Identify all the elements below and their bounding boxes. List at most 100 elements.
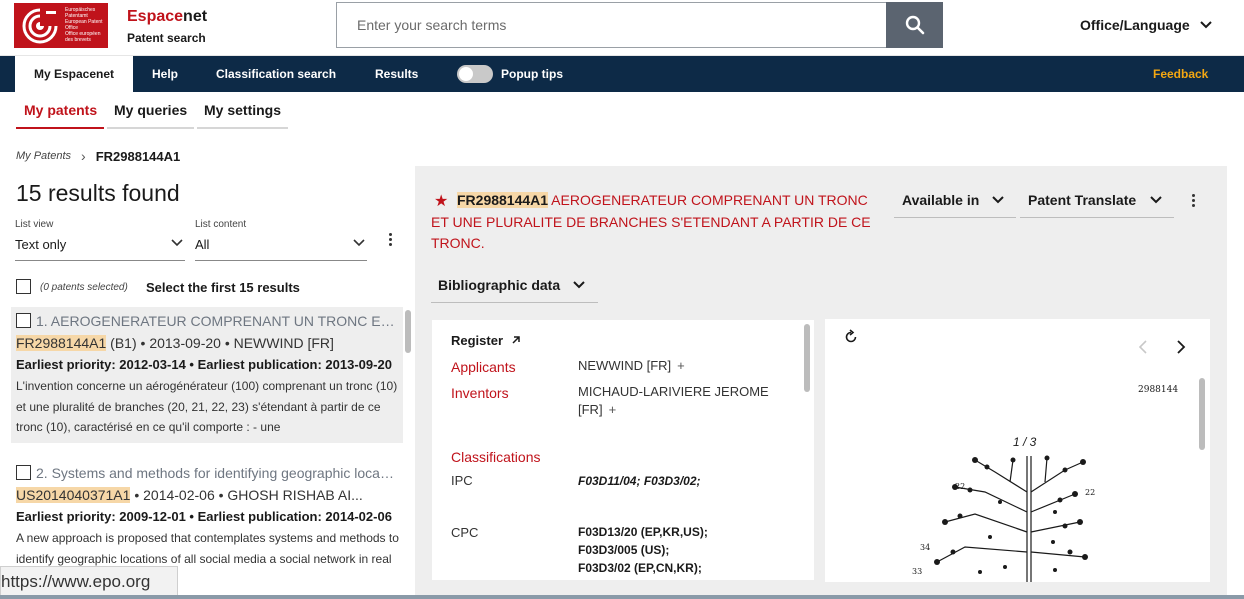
select-all-checkbox[interactable] bbox=[16, 279, 31, 294]
chevron-down-icon bbox=[353, 239, 365, 247]
feedback-link[interactable]: Feedback bbox=[1153, 56, 1208, 92]
detail-pub-number: FR2988144A1 bbox=[457, 192, 549, 208]
results-count: 15 results found bbox=[16, 180, 180, 206]
chevron-left-icon[interactable] bbox=[1138, 339, 1148, 355]
list-view-select[interactable]: Text only bbox=[15, 237, 185, 261]
applicants-label: Applicants bbox=[451, 359, 516, 375]
chevron-down-icon bbox=[992, 196, 1004, 204]
search-input[interactable] bbox=[337, 3, 887, 47]
breadcrumb-my-patents[interactable]: My Patents bbox=[16, 150, 71, 162]
drawing-doc-number: 2988144 bbox=[1138, 385, 1179, 395]
list-content-value: All bbox=[195, 237, 210, 252]
cpc-value: F03D13/20 (EP,KR,US); F03D3/005 (US); F0… bbox=[578, 523, 708, 577]
applicants-value: NEWWIND [FR] + bbox=[578, 357, 685, 375]
list-content-select[interactable]: All bbox=[195, 237, 367, 261]
nav-results[interactable]: Results bbox=[375, 56, 418, 92]
office-language-label: Office/Language bbox=[1080, 17, 1190, 33]
detail-options-icon[interactable] bbox=[1192, 194, 1196, 209]
tab-my-patents[interactable]: My patents bbox=[24, 102, 97, 129]
list-view-value: Text only bbox=[15, 237, 67, 252]
breadcrumb: My Patents › FR2988144A1 bbox=[16, 148, 180, 164]
chevron-down-icon bbox=[573, 281, 585, 289]
main-nav: My Espacenet Help Classification search … bbox=[0, 56, 1244, 92]
epo-logo[interactable]: Europäisches Patentamt European Patent O… bbox=[14, 3, 108, 48]
chevron-down-icon bbox=[1150, 196, 1162, 204]
result-pub-number[interactable]: US2014040371A1 bbox=[16, 487, 131, 503]
chevron-right-icon: › bbox=[81, 148, 86, 164]
drawing-label: 33 bbox=[912, 567, 923, 576]
bibliographic-data-dropdown[interactable]: Bibliographic data bbox=[431, 267, 598, 303]
inventor-name[interactable]: MICHAUD-LARIVIERE JEROME bbox=[578, 383, 769, 401]
chevron-down-icon bbox=[1199, 21, 1212, 29]
result-meta-text: • 2014-02-06 • GHOSH RISHAB AI... bbox=[130, 487, 363, 503]
logo-line: Europäisches Patentamt bbox=[65, 7, 96, 19]
bibliographic-data-label: Bibliographic data bbox=[438, 277, 561, 293]
result-meta: US2014040371A1 • 2014-02-06 • GHOSH RISH… bbox=[16, 487, 396, 503]
drawing-label: 22 bbox=[1085, 488, 1096, 497]
tab-my-queries[interactable]: My queries bbox=[114, 102, 187, 129]
nav-help[interactable]: Help bbox=[152, 56, 178, 92]
plus-icon[interactable]: + bbox=[609, 402, 617, 417]
chevron-right-icon[interactable] bbox=[1176, 339, 1186, 355]
tab-my-settings[interactable]: My settings bbox=[204, 102, 281, 129]
list-view-label: List view bbox=[15, 219, 54, 230]
cpc-line[interactable]: F03D3/005 (US); bbox=[578, 541, 708, 559]
logo-text: Europäisches Patentamt European Patent O… bbox=[65, 7, 105, 43]
brand-name: Espacenet bbox=[127, 8, 207, 26]
inventor-country: [FR] bbox=[578, 402, 603, 417]
patent-drawing[interactable] bbox=[915, 452, 1095, 582]
register-label: Register bbox=[451, 333, 504, 348]
results-scrollbar[interactable] bbox=[405, 310, 411, 353]
tab-underline bbox=[197, 127, 288, 129]
logo-line: European Patent Office bbox=[65, 19, 103, 31]
list-content-label: List content bbox=[195, 219, 247, 230]
nav-my-espacenet[interactable]: My Espacenet bbox=[15, 56, 133, 92]
popup-tips-toggle[interactable] bbox=[457, 65, 493, 83]
tab-underline bbox=[107, 127, 194, 129]
result-pub-number[interactable]: FR2988144A1 bbox=[16, 335, 107, 351]
inventors-label: Inventors bbox=[451, 385, 509, 401]
search-button[interactable] bbox=[886, 2, 943, 48]
drawing-page-label: 1 / 3 bbox=[1013, 435, 1037, 449]
chevron-down-icon bbox=[171, 239, 183, 247]
patent-translate-dropdown[interactable]: Patent Translate bbox=[1020, 182, 1174, 218]
office-language-dropdown[interactable]: Office/Language bbox=[1080, 17, 1212, 33]
result-title[interactable]: 1. AEROGENERATEUR COMPRENANT UN TRONC ET… bbox=[36, 313, 396, 329]
cpc-line[interactable]: F03D3/02 (EP,CN,KR); bbox=[578, 559, 708, 577]
drawing-scrollbar[interactable] bbox=[1199, 378, 1205, 450]
plus-icon[interactable]: + bbox=[677, 358, 685, 373]
cpc-line[interactable]: F03D13/20 (EP,KR,US); bbox=[578, 523, 708, 541]
selected-count: (0 patents selected) bbox=[40, 282, 128, 293]
brand-suffix: net bbox=[183, 8, 208, 25]
select-first-link[interactable]: Select the first 15 results bbox=[146, 280, 300, 295]
available-in-label: Available in bbox=[902, 192, 980, 208]
rotate-icon[interactable] bbox=[843, 329, 859, 345]
brand-subtitle: Patent search bbox=[127, 31, 206, 45]
result-title[interactable]: 2. Systems and methods for identifying g… bbox=[36, 465, 396, 481]
result-priority: Earliest priority: 2009-12-01 • Earliest… bbox=[16, 509, 392, 524]
list-options-icon[interactable] bbox=[389, 233, 393, 248]
app-root: Europäisches Patentamt European Patent O… bbox=[0, 0, 1244, 599]
inventors-value: MICHAUD-LARIVIERE JEROME [FR] + bbox=[578, 383, 769, 419]
breadcrumb-current: FR2988144A1 bbox=[95, 148, 181, 164]
brand[interactable]: Espacenet Patent search bbox=[127, 8, 207, 45]
epo-logo-icon bbox=[22, 7, 60, 44]
result-checkbox[interactable] bbox=[16, 465, 31, 480]
ipc-label: IPC bbox=[451, 473, 473, 488]
ipc-value[interactable]: F03D11/04; F03D3/02; bbox=[578, 472, 701, 490]
nav-classification-search[interactable]: Classification search bbox=[216, 56, 336, 92]
popup-tips-label: Popup tips bbox=[501, 67, 563, 81]
top-header: Europäisches Patentamt European Patent O… bbox=[0, 0, 1244, 56]
search-box bbox=[336, 2, 887, 48]
bottom-edge bbox=[0, 595, 1244, 599]
result-abstract: L'invention concerne un aérogénérateur (… bbox=[16, 379, 398, 434]
drawing-label: 22 bbox=[955, 482, 966, 491]
biblio-scrollbar[interactable] bbox=[804, 324, 810, 392]
brand-prefix: Espace bbox=[127, 8, 184, 25]
patent-translate-label: Patent Translate bbox=[1028, 192, 1137, 208]
applicant-name[interactable]: NEWWIND [FR] bbox=[578, 358, 671, 373]
available-in-dropdown[interactable]: Available in bbox=[894, 182, 1016, 218]
result-checkbox[interactable] bbox=[16, 313, 31, 328]
register-link[interactable]: Register bbox=[451, 333, 521, 348]
result-meta-text: (B1) • 2013-09-20 • NEWWIND [FR] bbox=[106, 335, 334, 351]
